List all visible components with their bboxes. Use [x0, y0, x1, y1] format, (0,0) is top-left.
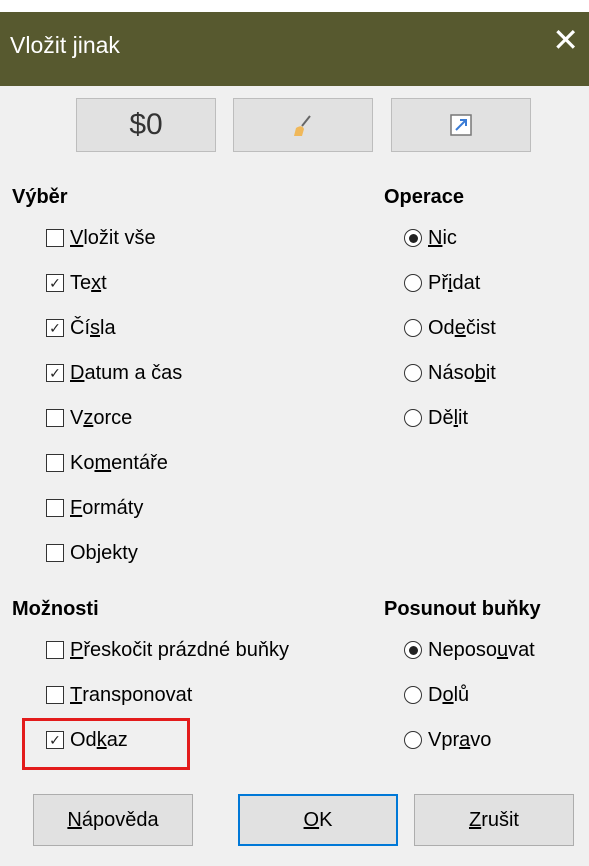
- selection-item[interactable]: ✓ Te x t: [46, 268, 107, 298]
- shift-label-post: vo: [470, 728, 492, 751]
- radio-button[interactable]: [404, 641, 422, 659]
- checkbox[interactable]: [46, 409, 64, 427]
- radio-button[interactable]: [404, 409, 422, 427]
- radio-button[interactable]: [404, 686, 422, 704]
- operation-label-post: it: [458, 406, 469, 429]
- selection-item[interactable]: Ob j ekty: [46, 538, 138, 568]
- window-title: Vložit jinak: [10, 32, 120, 58]
- operation-item[interactable]: Př i dat: [404, 268, 480, 298]
- selection-item[interactable]: ✓ Datum a čas: [46, 358, 182, 388]
- operation-item[interactable]: Od e čist: [404, 313, 496, 343]
- values-only-label: $0: [129, 108, 163, 141]
- operation-item[interactable]: Nic: [404, 223, 457, 253]
- shift-label-pre: Vpr: [428, 728, 460, 751]
- transpose-icon: [450, 114, 472, 136]
- checkbox[interactable]: [46, 686, 64, 704]
- selection-label-post: entáře: [111, 451, 168, 474]
- options-group-title: Možnosti: [12, 598, 99, 620]
- operation-label-pre: Př: [428, 271, 448, 294]
- options-item[interactable]: Přeskočit prázdné buňky: [46, 635, 289, 665]
- shift-label-ul: o: [442, 683, 454, 706]
- selection-label-ul: m: [94, 451, 112, 474]
- operation-label-post: čist: [465, 316, 496, 339]
- selection-item[interactable]: Vz orce: [46, 403, 132, 433]
- brush-icon: [294, 115, 311, 136]
- options-item[interactable]: Transponovat: [46, 680, 192, 710]
- operation-label-post: ic: [442, 226, 457, 249]
- operation-label-pre: Od: [428, 316, 455, 339]
- shift-group-title: Posunout buňky: [384, 598, 541, 620]
- selection-item[interactable]: Formáty: [46, 493, 143, 523]
- operation-label-ul: b: [474, 361, 486, 384]
- shift-item[interactable]: Do lů: [404, 680, 469, 710]
- options-label-ul: P: [70, 638, 84, 661]
- title-bar: Vložit jinak ✕: [0, 12, 589, 86]
- selection-label-post: orce: [93, 406, 133, 429]
- radio-button[interactable]: [404, 731, 422, 749]
- selection-label-pre: V: [70, 406, 84, 429]
- selection-item[interactable]: Vložit vše: [46, 223, 156, 253]
- selection-label-ul: z: [83, 406, 94, 429]
- paste-special-dialog: $0 Výběr Operace Možnosti Posunout buňky…: [0, 86, 589, 866]
- checkbox[interactable]: [46, 544, 64, 562]
- shift-label-pre: D: [428, 683, 443, 706]
- shift-item[interactable]: Vpr a vo: [404, 725, 491, 755]
- transpose-all-button[interactable]: [391, 98, 531, 152]
- shift-item[interactable]: Neposo u vat: [404, 635, 535, 665]
- selection-label-ul: F: [70, 496, 83, 519]
- selection-label-pre: Te: [70, 271, 92, 294]
- checkbox[interactable]: [46, 454, 64, 472]
- selection-label-post: ormáty: [82, 496, 144, 519]
- operation-label-ul: N: [428, 226, 443, 249]
- radio-button[interactable]: [404, 229, 422, 247]
- options-label-ul: T: [70, 683, 83, 706]
- selection-label-post: t: [101, 271, 107, 294]
- checkbox[interactable]: [46, 499, 64, 517]
- shift-label-pre: Neposo: [428, 638, 497, 661]
- radio-button[interactable]: [404, 319, 422, 337]
- checkbox[interactable]: ✓: [46, 364, 64, 382]
- operation-label-pre: Dě: [428, 406, 454, 429]
- selection-label-ul: s: [90, 316, 100, 339]
- radio-button[interactable]: [404, 274, 422, 292]
- operation-group-title: Operace: [384, 186, 465, 208]
- selection-label-post: la: [100, 316, 116, 339]
- ok-button[interactable]: OK: [238, 794, 398, 846]
- selection-label-ul: V: [70, 226, 84, 249]
- checkbox[interactable]: ✓: [46, 274, 64, 292]
- operation-label-pre: Náso: [428, 361, 475, 384]
- selection-label-post: ekty: [101, 541, 138, 564]
- values-only-button[interactable]: $0: [76, 98, 216, 152]
- checkbox[interactable]: ✓: [46, 319, 64, 337]
- selection-item[interactable]: Ko m entáře: [46, 448, 168, 478]
- highlight-box: [22, 718, 190, 770]
- cancel-button[interactable]: Zrušit: [414, 794, 574, 846]
- options-label-post: řeskočit prázdné buňky: [83, 638, 290, 661]
- selection-group-title: Výběr: [12, 186, 68, 208]
- operation-label-ul: e: [454, 316, 466, 339]
- selection-label-pre: Ko: [70, 451, 95, 474]
- selection-label-post: ložit vše: [83, 226, 156, 249]
- shift-label-ul: a: [459, 728, 471, 751]
- options-label-post: ransponovat: [82, 683, 193, 706]
- selection-label-ul: x: [91, 271, 102, 294]
- selection-label-pre: Ob: [70, 541, 97, 564]
- shift-label-post: vat: [508, 638, 535, 661]
- operation-label-post: dat: [452, 271, 481, 294]
- shift-label-ul: u: [496, 638, 509, 661]
- formats-only-button[interactable]: [233, 98, 373, 152]
- checkbox[interactable]: [46, 229, 64, 247]
- checkbox[interactable]: [46, 641, 64, 659]
- selection-label-post: atum a čas: [84, 361, 183, 384]
- selection-item[interactable]: ✓ Čí s la: [46, 313, 116, 343]
- help-button[interactable]: Nápověda: [33, 794, 193, 846]
- operation-label-post: it: [485, 361, 496, 384]
- shift-label-post: lů: [453, 683, 470, 706]
- radio-button[interactable]: [404, 364, 422, 382]
- operation-item[interactable]: Dě l it: [404, 403, 468, 433]
- close-icon[interactable]: ✕: [552, 24, 579, 56]
- selection-label-pre: Čí: [70, 316, 90, 339]
- operation-item[interactable]: Náso b it: [404, 358, 496, 388]
- selection-label-ul: D: [70, 361, 85, 384]
